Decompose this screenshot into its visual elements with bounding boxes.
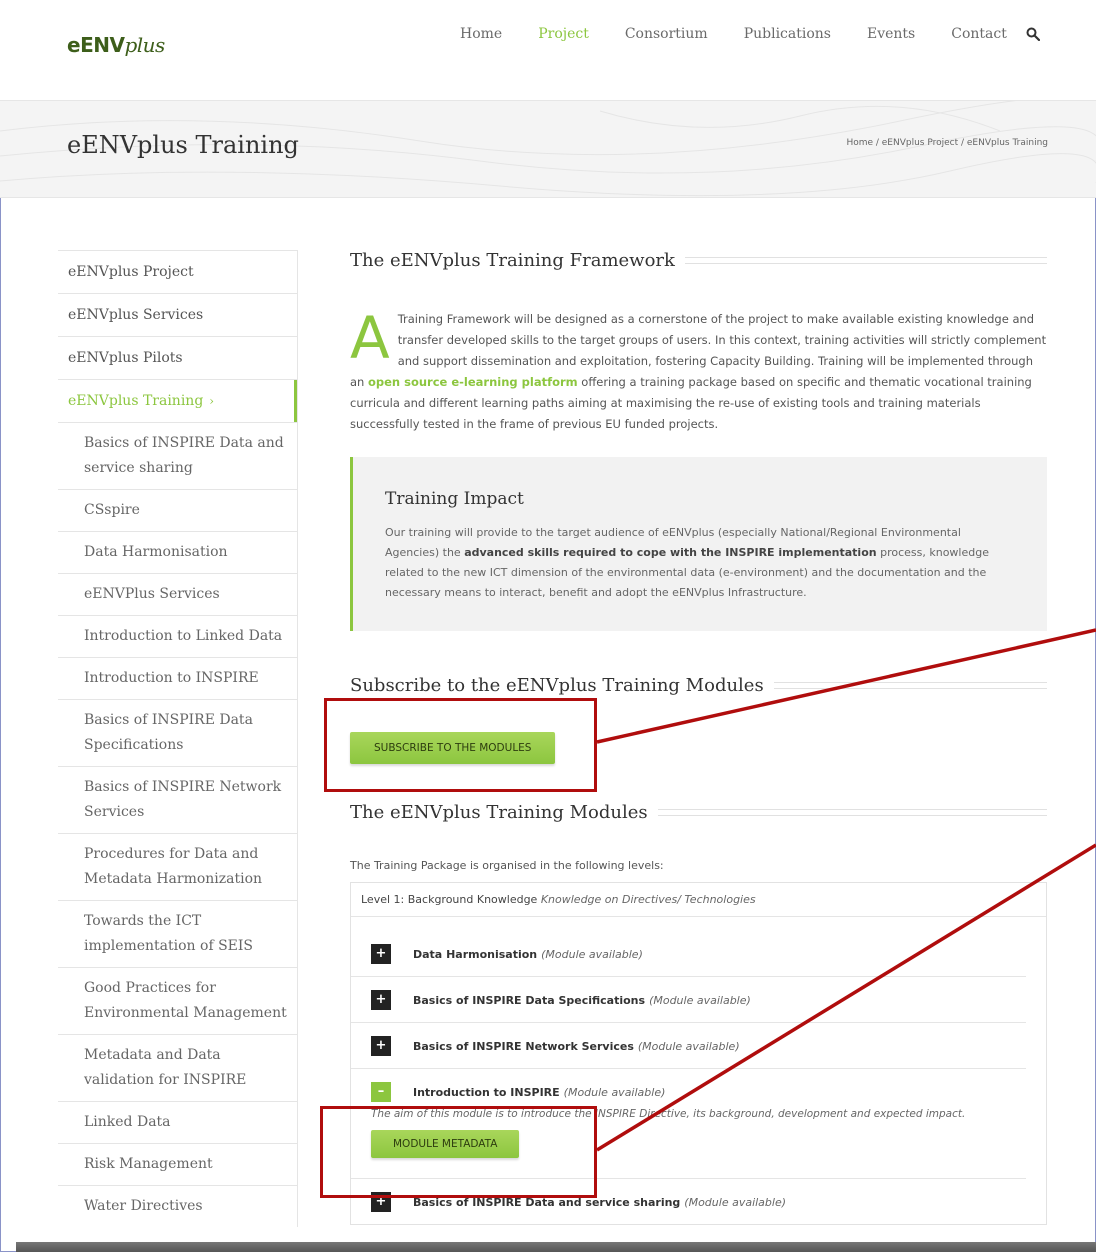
framework-heading: The eENVplus Training Framework (350, 250, 1047, 271)
sidebar: eENVplus Project eENVplus Services eENVp… (58, 250, 298, 1227)
nav-home[interactable]: Home (460, 26, 502, 42)
page-title: eENVplus Training (67, 131, 299, 159)
sidebar-item-project[interactable]: eENVplus Project (58, 250, 298, 293)
sidebar-sub-item[interactable]: Water Directives (58, 1185, 298, 1227)
chevron-right-icon: › (209, 394, 215, 408)
sidebar-sub-item[interactable]: Basics of INSPIRE Data Specifications (58, 699, 298, 766)
module-row[interactable]: + Basics of INSPIRE Data Specifications(… (351, 977, 1026, 1023)
impact-text: Our training will provide to the target … (385, 526, 989, 599)
elearning-platform-link[interactable]: open source e-learning platform (368, 375, 578, 389)
sidebar-item-pilots[interactable]: eENVplus Pilots (58, 336, 298, 379)
breadcrumb[interactable]: Home / eENVplus Project / eENVplus Train… (846, 138, 1048, 148)
expand-plus-icon[interactable]: + (371, 990, 391, 1010)
annotation-box-metadata (320, 1106, 597, 1198)
sidebar-sub-item[interactable]: Basics of INSPIRE Data and service shari… (58, 422, 298, 489)
modules-heading: The eENVplus Training Modules (350, 802, 1047, 823)
sidebar-item-label: eENVplus Training (68, 393, 204, 409)
sidebar-sub-item[interactable]: Towards the ICT implementation of SEIS (58, 900, 298, 967)
dropcap: A (350, 304, 390, 372)
nav-project[interactable]: Project (538, 26, 589, 42)
annotation-box-subscribe (324, 698, 597, 792)
module-row[interactable]: + Basics of INSPIRE Network Services (Mod… (351, 1023, 1026, 1069)
nav-publications[interactable]: Publications (744, 26, 831, 42)
module-row[interactable]: + Data Harmonisation (Module available) (351, 931, 1026, 977)
nav-consortium[interactable]: Consortium (625, 26, 708, 42)
sidebar-item-training[interactable]: eENVplus Training › (58, 379, 298, 422)
header: eENVplus Home Project Consortium Publica… (0, 0, 1096, 100)
sidebar-sub-item[interactable]: Linked Data (58, 1101, 298, 1143)
package-intro: The Training Package is organised in the… (350, 859, 664, 872)
collapse-minus-icon[interactable]: – (371, 1082, 391, 1102)
site-logo[interactable]: eENVplus (67, 30, 165, 58)
search-icon[interactable] (1026, 27, 1040, 41)
impact-heading: Training Impact (385, 489, 524, 509)
level-1-header[interactable]: Level 1: Background Knowledge Knowledge … (351, 883, 1046, 917)
sidebar-sub-item[interactable]: Introduction to Linked Data (58, 615, 298, 657)
training-impact-box: Training Impact Our training will provid… (350, 457, 1047, 631)
nav-contact[interactable]: Contact (951, 26, 1007, 42)
sidebar-sub-item[interactable]: Good Practices for Environmental Managem… (58, 967, 298, 1034)
framework-text: A Training Framework will be designed as … (350, 304, 1047, 431)
sidebar-sub-item[interactable]: Introduction to INSPIRE (58, 657, 298, 699)
module-row-expanded[interactable]: – Introduction to INSPIRE (Module availab… (351, 1069, 1026, 1102)
main-nav: Home Project Consortium Publications Eve… (460, 26, 1043, 42)
sidebar-item-services[interactable]: eENVplus Services (58, 293, 298, 336)
sidebar-sub-item[interactable]: Risk Management (58, 1143, 298, 1185)
expand-plus-icon[interactable]: + (371, 1036, 391, 1056)
expand-plus-icon[interactable]: + (371, 944, 391, 964)
bottom-shadow (16, 1242, 1096, 1252)
sidebar-sub-item[interactable]: Data Harmonisation (58, 531, 298, 573)
nav-events[interactable]: Events (867, 26, 915, 42)
sidebar-sub-item[interactable]: eENVPlus Services (58, 573, 298, 615)
sidebar-sub-item[interactable]: Basics of INSPIRE Network Services (58, 766, 298, 833)
sidebar-sub-item[interactable]: CSspire (58, 489, 298, 531)
subscribe-heading: Subscribe to the eENVplus Training Modul… (350, 675, 1047, 696)
sidebar-sub-item[interactable]: Procedures for Data and Metadata Harmoni… (58, 833, 298, 900)
sidebar-sub-item[interactable]: Metadata and Data validation for INSPIRE (58, 1034, 298, 1101)
